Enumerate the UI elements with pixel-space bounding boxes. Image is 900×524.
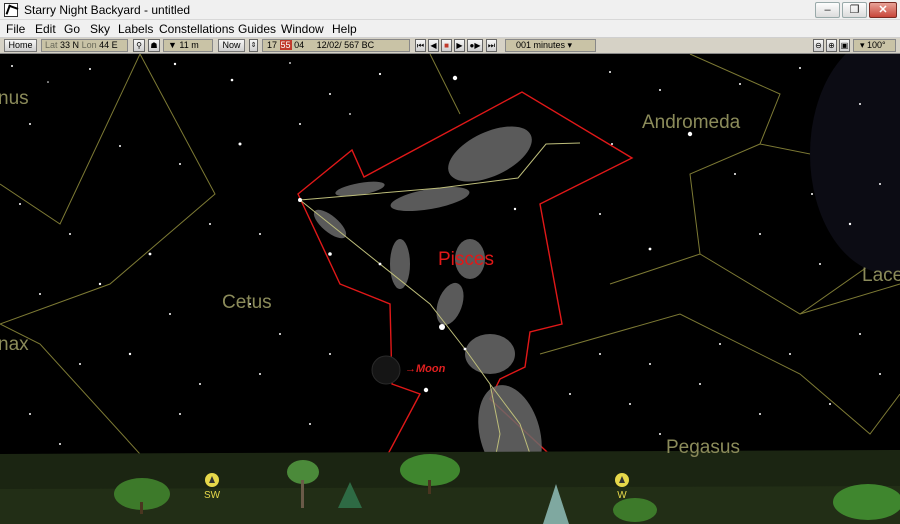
restore-button[interactable]: ❐ — [842, 2, 867, 18]
field-of-view-select[interactable]: ▾ 100° — [853, 39, 896, 52]
zoom-in-icon[interactable]: ⊕ — [826, 39, 837, 52]
time-step-select[interactable]: 001 minutes ▾ — [505, 39, 596, 52]
time-stepper-icon[interactable]: ⇕ — [249, 39, 258, 52]
play-icon[interactable]: ▶ — [454, 39, 465, 52]
boundary-line — [799, 283, 900, 315]
menu-bar: File Edit Go Sky Labels Constellations G… — [0, 20, 900, 38]
sky-view[interactable]: nus nax Andromeda Pisces Cetus Pegasus L… — [0, 54, 900, 524]
compass-marker-icon — [205, 473, 219, 487]
now-button[interactable]: Now — [218, 39, 245, 52]
moon-label[interactable]: →Moon — [405, 363, 445, 375]
time-second: 04 — [294, 40, 305, 50]
menu-window[interactable]: Window — [281, 22, 324, 36]
control-toolbar: Home Lat 33 N Lon 44 E ⚲ ☗ ▼ 11 m Now ⇕ … — [0, 38, 900, 54]
constellation-label-andromeda[interactable]: Andromeda — [642, 112, 740, 134]
lat-value: 33 N — [60, 40, 80, 50]
menu-sky[interactable]: Sky — [90, 22, 110, 36]
step-back-icon[interactable]: ⏮ — [415, 39, 426, 52]
zoom-out-icon[interactable]: ⊖ — [813, 39, 824, 52]
constellation-label-lacerta[interactable]: Lace — [862, 265, 900, 287]
window-title: Starry Night Backyard - untitled — [24, 3, 191, 17]
step-forward-icon[interactable]: ⏭ — [486, 39, 497, 52]
boundary-line — [689, 143, 761, 255]
direction-label-w: W — [617, 490, 627, 501]
constellation-label-pisces[interactable]: Pisces — [438, 249, 494, 271]
menu-labels[interactable]: Labels — [118, 22, 153, 36]
moon-disc[interactable] — [371, 355, 401, 385]
galaxy-shadow — [810, 54, 900, 274]
menu-go[interactable]: Go — [64, 22, 80, 36]
menu-constellations[interactable]: Constellations — [159, 22, 234, 36]
constellation-label-nus[interactable]: nus — [0, 88, 29, 110]
boundary-line — [0, 54, 141, 225]
stop-icon[interactable]: ■ — [441, 39, 452, 52]
constellation-label-nax[interactable]: nax — [0, 334, 29, 356]
reverse-icon[interactable]: ◀ — [428, 39, 439, 52]
time-hour: 17 — [267, 40, 278, 50]
constellation-label-pegasus[interactable]: Pegasus — [666, 437, 740, 459]
menu-edit[interactable]: Edit — [35, 22, 56, 36]
home-button[interactable]: Home — [4, 39, 37, 52]
time-minute: 55 — [279, 40, 292, 50]
direction-label-sw: SW — [203, 490, 221, 501]
app-window: Starry Night Backyard - untitled – ❐ ✕ F… — [0, 0, 900, 524]
lon-value: 44 E — [99, 40, 118, 50]
viewpoint-icon[interactable]: ⚲ — [133, 39, 145, 52]
lon-label: Lon — [81, 40, 97, 50]
sky-canvas[interactable] — [0, 54, 900, 524]
constellation-label-cetus[interactable]: Cetus — [222, 292, 272, 314]
menu-help[interactable]: Help — [332, 22, 357, 36]
starry-night-app-icon[interactable] — [4, 3, 18, 17]
menu-file[interactable]: File — [6, 22, 25, 36]
compass-marker-icon — [615, 473, 629, 487]
location-field[interactable]: Lat 33 N Lon 44 E — [41, 39, 128, 52]
minimize-button[interactable]: – — [815, 2, 840, 18]
title-bar: Starry Night Backyard - untitled – ❐ ✕ — [0, 0, 900, 20]
elevation-field[interactable]: ▼ 11 m — [163, 39, 213, 52]
fast-forward-icon[interactable]: ●▶ — [467, 39, 483, 52]
datetime-field[interactable]: 17 55 04 12/02/ 567 BC — [262, 39, 410, 52]
boundary-line — [539, 313, 900, 435]
close-button[interactable]: ✕ — [869, 2, 897, 18]
boundary-line — [0, 54, 216, 325]
date-value: 12/02/ 567 BC — [316, 40, 375, 50]
menu-guides[interactable]: Guides — [238, 22, 276, 36]
zoom-box-icon[interactable]: ▣ — [839, 39, 850, 52]
lat-label: Lat — [45, 40, 58, 50]
observer-icon[interactable]: ☗ — [148, 39, 160, 52]
boundary-line — [429, 54, 461, 115]
